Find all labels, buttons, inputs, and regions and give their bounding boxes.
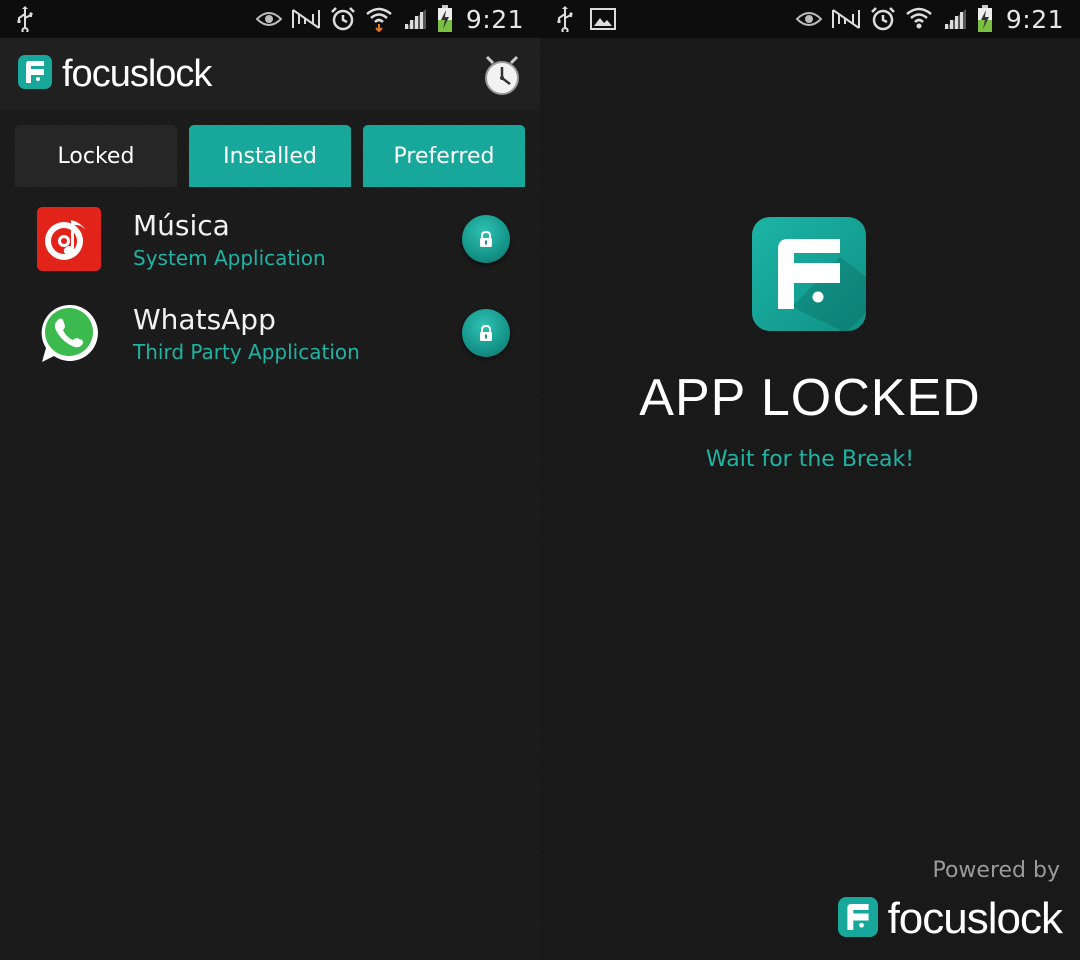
brand: focuslock <box>18 53 482 96</box>
signal-icon <box>402 7 428 31</box>
app-name: WhatsApp <box>133 303 276 336</box>
action-bar: focuslock <box>0 38 540 110</box>
app-name: Música <box>133 209 230 242</box>
alarm-icon <box>330 7 356 31</box>
focuslock-logo-icon <box>837 897 878 941</box>
focuslock-logo-icon <box>752 217 866 331</box>
image-icon <box>590 7 616 31</box>
lock-button[interactable] <box>462 215 510 263</box>
app-type: Third Party Application <box>133 340 360 364</box>
locked-title: APP LOCKED <box>639 369 981 427</box>
tab-locked[interactable]: Locked <box>15 125 177 187</box>
battery-charging-icon <box>437 5 453 32</box>
whatsapp-icon <box>36 300 102 366</box>
status-time: 9:21 <box>1005 4 1064 34</box>
eye-icon <box>795 7 822 31</box>
list-item-musica[interactable]: Música System Application <box>0 192 540 286</box>
brand-name: focuslock <box>62 52 212 95</box>
app-type: System Application <box>133 246 326 270</box>
tab-installed[interactable]: Installed <box>189 125 351 187</box>
lock-icon <box>480 231 492 247</box>
nfc-icon <box>291 7 321 31</box>
app-locked-screen: 9:21 APP LOCKED Wait for the Break! Powe… <box>540 0 1080 960</box>
focuslock-app-list-screen: 9:21 focuslock Locked Installed Preferre… <box>0 0 540 960</box>
tab-preferred[interactable]: Preferred <box>363 125 525 187</box>
signal-icon <box>942 7 968 31</box>
usb-icon <box>556 6 574 32</box>
locked-subtitle: Wait for the Break! <box>705 447 915 472</box>
powered-by-label: Powered by <box>932 858 1060 883</box>
lock-icon <box>480 325 492 341</box>
tab-bar: Locked Installed Preferred <box>15 125 525 187</box>
eye-icon <box>255 7 282 31</box>
battery-charging-icon <box>977 5 993 32</box>
footer-brand-name: focuslock <box>887 894 1063 943</box>
alarm-icon <box>870 7 896 31</box>
stopwatch-icon[interactable] <box>482 50 522 98</box>
status-bar: 9:21 <box>540 0 1080 38</box>
nfc-icon <box>831 7 861 31</box>
footer-brand: focuslock <box>837 894 1063 944</box>
wifi-icon <box>365 7 393 32</box>
status-time: 9:21 <box>465 4 524 34</box>
lock-button[interactable] <box>462 309 510 357</box>
music-app-icon <box>36 206 102 272</box>
list-item-whatsapp[interactable]: WhatsApp Third Party Application <box>0 286 540 380</box>
usb-icon <box>16 6 34 32</box>
wifi-icon <box>905 7 933 31</box>
focuslock-logo-icon <box>18 55 52 93</box>
app-list: Música System Application WhatsApp Third… <box>0 192 540 380</box>
status-bar: 9:21 <box>0 0 540 38</box>
